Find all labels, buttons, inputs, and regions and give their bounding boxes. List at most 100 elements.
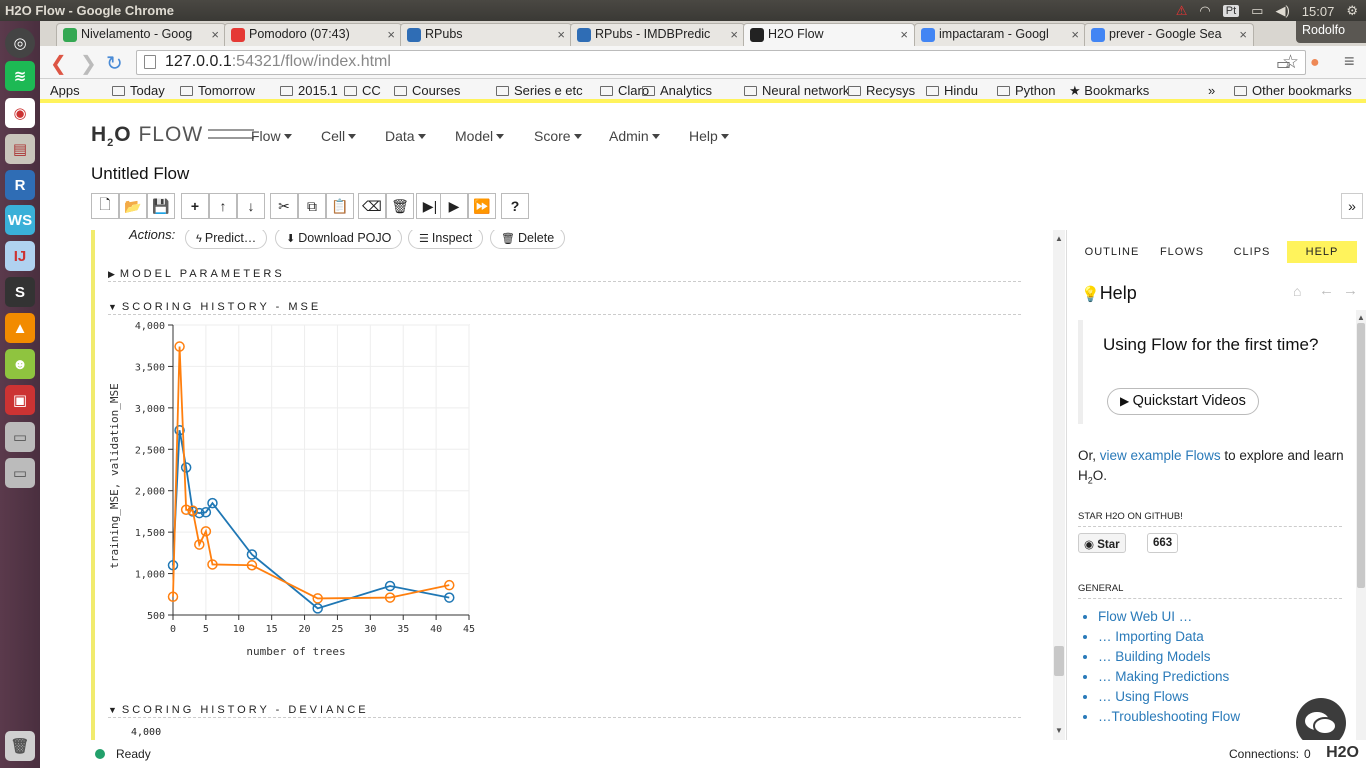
bookmark-8[interactable]: Analytics	[642, 83, 712, 98]
predict-button[interactable]: ϟ Predict…	[185, 230, 268, 249]
clear-button[interactable]: ⌫	[358, 193, 386, 219]
back-arrow-icon[interactable]: ←	[1319, 282, 1334, 299]
wifi-icon[interactable]: ◠	[1199, 3, 1210, 19]
move-up-button[interactable]: ↑	[209, 193, 237, 219]
drive-icon[interactable]: ▭	[5, 422, 35, 452]
bookmark-13[interactable]: ★ Bookmarks	[1069, 83, 1149, 99]
run-button[interactable]: ▶	[440, 193, 468, 219]
android-icon[interactable]: ☻	[5, 349, 35, 379]
github-star-button[interactable]: ◉ Star	[1078, 533, 1126, 553]
bookmark-5[interactable]: Courses	[394, 83, 460, 98]
tab-7[interactable]: prever - Google Sea ×	[1084, 23, 1254, 46]
bookmark-14[interactable]: »	[1208, 83, 1215, 98]
bookmark-1[interactable]: Today	[112, 83, 165, 98]
battery-icon[interactable]: ▭	[1251, 3, 1263, 19]
files-icon[interactable]: ▤	[5, 134, 35, 164]
webstorm-icon[interactable]: WS	[5, 205, 35, 235]
help-scrollbar[interactable]: ▲	[1356, 310, 1366, 740]
insert-cell-button[interactable]: +	[181, 193, 209, 219]
trash-icon[interactable]: 🗑	[5, 731, 35, 761]
scroll-thumb[interactable]	[1054, 646, 1064, 676]
toggle-sidebar-button[interactable]: »	[1341, 193, 1363, 219]
tab-6[interactable]: impactaram - Googl ×	[914, 23, 1086, 46]
scoring-history-mse-toggle[interactable]: ▼ SCORING HISTORY - MSE	[108, 301, 321, 313]
profile-button[interactable]: Rodolfo	[1296, 21, 1366, 43]
flow-title[interactable]: Untitled Flow	[91, 164, 189, 184]
forward-icon[interactable]: ❯	[80, 51, 97, 76]
tab-help[interactable]: HELP	[1287, 241, 1357, 263]
volume-icon[interactable]: ◀)	[1275, 3, 1289, 19]
star-count[interactable]: 663	[1147, 533, 1179, 553]
delete-cell-button[interactable]: 🗑	[386, 193, 414, 219]
bookmark-9[interactable]: Neural network	[744, 83, 849, 98]
view-example-flows-link[interactable]: view example Flows	[1100, 448, 1221, 463]
close-tab-icon[interactable]: ×	[211, 27, 219, 42]
warning-icon[interactable]: ⚠	[1176, 3, 1188, 19]
keyboard-layout[interactable]: Pt	[1222, 5, 1240, 17]
settings-icon[interactable]: ⚙	[1346, 3, 1358, 19]
bookmark-15[interactable]: Other bookmarks	[1234, 83, 1352, 98]
tab-3[interactable]: RPubs ×	[400, 23, 572, 46]
tab-flows[interactable]: FLOWS	[1147, 241, 1217, 263]
intellij-icon[interactable]: IJ	[5, 241, 35, 271]
menu-model[interactable]: Model	[455, 128, 504, 144]
main-scrollbar[interactable]: ▲ ▼	[1053, 230, 1065, 740]
general-link[interactable]: … Making Predictions	[1098, 667, 1240, 687]
general-link[interactable]: Flow Web UI …	[1098, 607, 1240, 627]
help-button[interactable]: ?	[501, 193, 529, 219]
cut-button[interactable]: ✂	[270, 193, 298, 219]
scroll-up-icon[interactable]: ▲	[1357, 313, 1365, 322]
help-scroll-thumb[interactable]	[1357, 323, 1365, 588]
bookmark-11[interactable]: Hindu	[926, 83, 978, 98]
sublime-icon[interactable]: S	[5, 277, 35, 307]
tab-outline[interactable]: OUTLINE	[1077, 241, 1147, 263]
model-parameters-toggle[interactable]: ▶ MODEL PARAMETERS	[108, 268, 285, 280]
extension-icon[interactable]: ●	[1310, 54, 1320, 72]
new-flow-button[interactable]: 🗋	[91, 193, 119, 219]
forward-arrow-icon[interactable]: →	[1343, 282, 1358, 299]
close-tab-icon[interactable]: ×	[1239, 27, 1247, 42]
close-tab-icon[interactable]: ×	[1071, 27, 1079, 42]
bookmark-6[interactable]: Series e etc	[496, 83, 583, 98]
tab-1[interactable]: Nivelamento - Goog ×	[56, 23, 226, 46]
menu-data[interactable]: Data	[385, 128, 426, 144]
tab-2[interactable]: Pomodoro (07:43) ×	[224, 23, 402, 46]
menu-score[interactable]: Score	[534, 128, 582, 144]
general-link[interactable]: … Importing Data	[1098, 627, 1240, 647]
chrome-menu-icon[interactable]: ≡	[1344, 51, 1355, 72]
general-link[interactable]: … Using Flows	[1098, 687, 1240, 707]
run-all-button[interactable]: ⏩	[468, 193, 496, 219]
dash-icon[interactable]: ◎	[5, 28, 35, 58]
vlc-icon[interactable]: ▲	[5, 313, 35, 343]
quickstart-videos-button[interactable]: ▶ Quickstart Videos	[1107, 388, 1259, 415]
r-icon[interactable]: R	[5, 170, 35, 200]
home-icon[interactable]: ⌂	[1293, 283, 1301, 299]
general-link[interactable]: …Troubleshooting Flow	[1098, 707, 1240, 727]
tab-4[interactable]: RPubs - IMDBPredic ×	[570, 23, 745, 46]
chrome-icon[interactable]: ◉	[5, 98, 35, 128]
copy-button[interactable]: ⧉	[298, 193, 326, 219]
back-icon[interactable]: ❮	[50, 51, 67, 76]
menu-help[interactable]: Help	[689, 128, 729, 144]
bookmark-12[interactable]: Python	[997, 83, 1055, 98]
bookmark-4[interactable]: CC	[344, 83, 381, 98]
bookmark-3[interactable]: 2015.1	[280, 83, 338, 98]
save-flow-button[interactable]: 💾	[147, 193, 175, 219]
tab-5[interactable]: H2O Flow ×	[743, 23, 915, 46]
paste-button[interactable]: 📋	[326, 193, 354, 219]
menu-flow[interactable]: Flow	[251, 128, 292, 144]
delete-button[interactable]: 🗑 Delete	[490, 230, 566, 249]
address-bar[interactable]: 127.0.0.1:54321/flow/index.html ☆	[136, 50, 1306, 75]
spotify-icon[interactable]: ≋	[5, 61, 35, 91]
bookmark-10[interactable]: Recysys	[848, 83, 915, 98]
inspect-button[interactable]: ☰ Inspect	[408, 230, 484, 249]
close-tab-icon[interactable]: ×	[387, 27, 395, 42]
close-tab-icon[interactable]: ×	[900, 27, 908, 42]
cast-icon[interactable]: ▭	[1276, 54, 1291, 74]
general-link[interactable]: … Building Models	[1098, 647, 1240, 667]
scoring-history-deviance-toggle[interactable]: ▼ SCORING HISTORY - DEVIANCE	[108, 704, 369, 716]
menu-cell[interactable]: Cell	[321, 128, 356, 144]
open-flow-button[interactable]: 📂	[119, 193, 147, 219]
bookmark-2[interactable]: Tomorrow	[180, 83, 255, 98]
clock[interactable]: 15:07	[1302, 4, 1335, 19]
